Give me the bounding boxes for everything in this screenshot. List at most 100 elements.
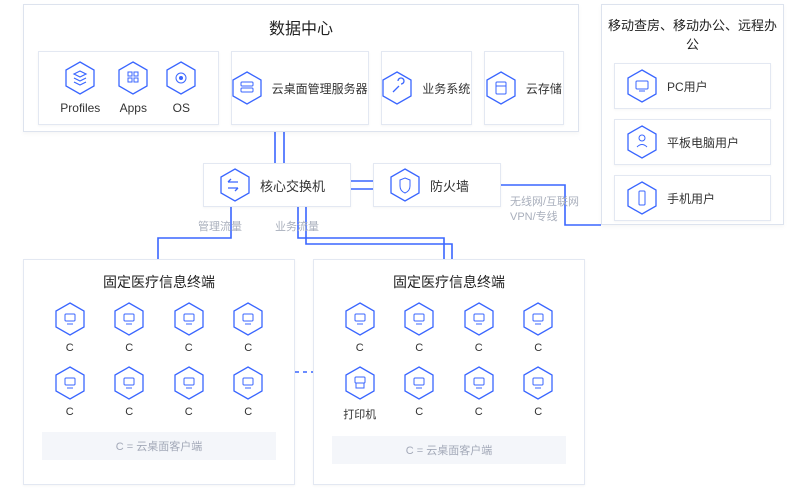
wrench-icon — [382, 71, 412, 105]
client-icon — [174, 366, 204, 400]
apps-icon — [118, 61, 148, 95]
terminal-cell: C — [511, 366, 567, 422]
platform-item-os: OS — [166, 61, 196, 115]
terminal-title: 固定医疗信息终端 — [24, 260, 294, 302]
client-icon — [464, 366, 494, 400]
terminal-cell-label: C — [415, 342, 423, 354]
phone-icon — [627, 181, 657, 215]
terminal-cell-label: C — [534, 406, 542, 418]
datacenter-module-business: 业务系统 — [381, 51, 472, 125]
platform-item-label: Profiles — [60, 101, 100, 115]
terminal-grid: C C C C C C C C — [24, 302, 294, 418]
terminal-legend: C = 云桌面客户端 — [42, 432, 276, 460]
terminal-cell: C — [511, 302, 567, 354]
datacenter-title: 数据中心 — [24, 5, 578, 51]
core-switch-label: 核心交换机 — [260, 176, 325, 195]
terminal-cell-label: C — [185, 342, 193, 354]
shield-icon — [390, 168, 420, 202]
client-icon — [404, 302, 434, 336]
terminal-cell: C — [42, 302, 98, 354]
terminal-cell: C — [161, 302, 217, 354]
switch-icon — [220, 168, 250, 202]
platform-item-profiles: Profiles — [60, 61, 100, 115]
client-icon — [464, 302, 494, 336]
terminal-title: 固定医疗信息终端 — [314, 260, 584, 302]
platform-item-label: Apps — [120, 101, 147, 115]
datacenter-module-mgmt-server: 云桌面管理服务器 — [231, 51, 369, 125]
terminal-cell-label: C — [415, 406, 423, 418]
terminal-cell: C — [161, 366, 217, 418]
wan-note-line: VPN/专线 — [510, 210, 579, 225]
terminal-cell-label: C — [244, 342, 252, 354]
terminal-cell: C — [332, 302, 388, 354]
platform-item-label: OS — [173, 101, 190, 115]
client-icon — [174, 302, 204, 336]
client-icon — [233, 302, 263, 336]
traffic-label-mgmt: 管理流量 — [198, 218, 242, 234]
terminal-cell: C — [221, 366, 277, 418]
os-icon — [166, 61, 196, 95]
module-label: 云存储 — [526, 80, 562, 97]
firewall-node: 防火墙 — [373, 163, 501, 207]
datacenter-modules-row: Profiles Apps OS 云桌面管理服务器 业务系统 — [24, 51, 578, 125]
mobile-item-label: 平板电脑用户 — [667, 134, 739, 151]
module-label: 业务系统 — [422, 80, 470, 97]
terminal-cell-label: C — [244, 406, 252, 418]
layers-icon — [65, 61, 95, 95]
terminal-grid: C C C C 打印机 C C C — [314, 302, 584, 422]
terminal-cell-label: C — [534, 342, 542, 354]
mobile-item-label: 手机用户 — [667, 190, 715, 207]
terminal-cell-label: C — [475, 406, 483, 418]
wan-note: 无线网/互联网 VPN/专线 — [510, 195, 579, 225]
terminal-cell-label: C — [125, 406, 133, 418]
module-label: 云桌面管理服务器 — [272, 80, 368, 97]
terminal-cell-label: C — [356, 342, 364, 354]
terminal-cell-label: C — [66, 342, 74, 354]
terminal-cell: C — [42, 366, 98, 418]
platform-item-apps: Apps — [118, 61, 148, 115]
mobile-item-phone: 手机用户 — [614, 175, 771, 221]
datacenter-module-storage: 云存储 — [484, 51, 564, 125]
datacenter-module-platform: Profiles Apps OS — [38, 51, 219, 125]
terminal-cell-label: C — [185, 406, 193, 418]
terminal-cell-label: C — [125, 342, 133, 354]
terminal-cell: C — [102, 302, 158, 354]
terminal-cell: C — [221, 302, 277, 354]
client-icon — [233, 366, 263, 400]
server-icon — [232, 71, 262, 105]
terminal-panel-left: 固定医疗信息终端 C C C C C C C C C = 云桌面客户端 — [23, 259, 295, 485]
client-icon — [523, 302, 553, 336]
client-icon — [404, 366, 434, 400]
terminal-cell: C — [451, 302, 507, 354]
client-icon — [523, 366, 553, 400]
mobile-item-label: PC用户 — [667, 78, 708, 95]
traffic-label-business: 业务流量 — [275, 218, 319, 234]
terminal-cell: C — [102, 366, 158, 418]
mobile-item-pc: PC用户 — [614, 63, 771, 109]
terminal-panel-right: 固定医疗信息终端 C C C C 打印机 C C C C = 云桌面客户端 — [313, 259, 585, 485]
tablet-icon — [627, 125, 657, 159]
terminal-cell: C — [392, 366, 448, 422]
mobile-title: 移动查房、移动办公、远程办公 — [602, 5, 783, 63]
storage-icon — [486, 71, 516, 105]
datacenter-panel: 数据中心 Profiles Apps OS 云桌面管理服务器 — [23, 4, 579, 132]
terminal-cell-label: C — [66, 406, 74, 418]
client-icon — [55, 366, 85, 400]
client-icon — [114, 366, 144, 400]
mobile-panel: 移动查房、移动办公、远程办公 PC用户 平板电脑用户 手机用户 — [601, 4, 784, 225]
terminal-cell: 打印机 — [332, 366, 388, 422]
client-icon — [55, 302, 85, 336]
mobile-item-tablet: 平板电脑用户 — [614, 119, 771, 165]
printer-icon — [345, 366, 375, 400]
firewall-label: 防火墙 — [430, 176, 469, 195]
terminal-cell: C — [392, 302, 448, 354]
terminal-cell: C — [451, 366, 507, 422]
terminal-cell-label: C — [475, 342, 483, 354]
client-icon — [345, 302, 375, 336]
terminal-legend: C = 云桌面客户端 — [332, 436, 566, 464]
client-icon — [114, 302, 144, 336]
terminal-cell-label: 打印机 — [343, 406, 376, 422]
wan-note-line: 无线网/互联网 — [510, 195, 579, 210]
core-switch-node: 核心交换机 — [203, 163, 351, 207]
pc-icon — [627, 69, 657, 103]
